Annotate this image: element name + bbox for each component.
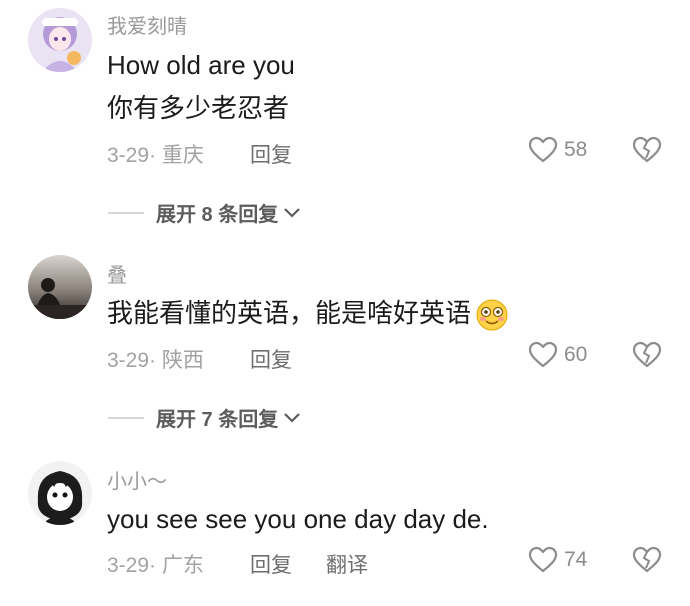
broken-heart-icon [632, 136, 662, 163]
divider-line [108, 416, 144, 419]
comment-text: 我能看懂的英语，能是啥好英语 [107, 298, 472, 328]
expand-replies-label: 展开 7 条回复 [156, 409, 279, 431]
like-count: 60 [564, 343, 588, 366]
comment-text-line-1: you see see you one day day de. [107, 504, 489, 534]
comment-location: 陕西 [161, 349, 204, 372]
dislike-button[interactable] [632, 341, 662, 374]
translate-button[interactable]: 翻译 [326, 549, 368, 579]
comment-meta: 3-29· 重庆 [107, 139, 204, 169]
comment-meta: 3-29· 广东 [107, 549, 204, 579]
expand-replies-label: 展开 8 条回复 [156, 204, 279, 226]
like-button[interactable]: 74 [528, 546, 587, 574]
reply-button[interactable]: 回复 [250, 344, 292, 374]
like-count: 58 [564, 138, 588, 161]
dislike-button[interactable] [632, 546, 662, 579]
chevron-down-icon [284, 207, 301, 218]
comment-date: 3-29 [107, 349, 150, 372]
comment-text-line-2: 你有多少老忍者 [107, 93, 290, 123]
expand-replies-button[interactable]: 展开 7 条回复 [108, 403, 302, 432]
like-count: 74 [564, 548, 588, 571]
comment-location: 重庆 [161, 144, 204, 167]
username[interactable]: 小小～ [107, 465, 167, 494]
avatar[interactable] [28, 461, 92, 525]
like-button[interactable]: 60 [528, 341, 587, 369]
comment-meta: 3-29· 陕西 [107, 344, 204, 374]
comment-date: 3-29 [107, 144, 150, 167]
avatar[interactable] [28, 255, 92, 319]
like-button[interactable]: 58 [528, 136, 587, 164]
expand-replies-button[interactable]: 展开 8 条回复 [108, 198, 302, 227]
dislike-button[interactable] [632, 136, 662, 169]
broken-heart-icon [632, 341, 662, 368]
comment-text-line-1: 我能看懂的英语，能是啥好英语 [107, 296, 509, 332]
username[interactable]: 我爱刻晴 [107, 10, 187, 39]
comment-date: 3-29 [107, 554, 150, 577]
username[interactable]: 叠 [107, 259, 127, 288]
reply-button[interactable]: 回复 [250, 549, 292, 579]
comment-text-line-1: How old are you [107, 50, 295, 80]
meta-separator: · [149, 144, 162, 167]
broken-heart-icon [632, 546, 662, 573]
chevron-down-icon [284, 412, 301, 423]
reply-button[interactable]: 回复 [250, 139, 292, 169]
smiling-face-emoji [476, 299, 508, 331]
heart-outline-icon [528, 136, 558, 163]
meta-separator: · [149, 554, 162, 577]
comment-location: 广东 [161, 554, 204, 577]
avatar[interactable] [28, 8, 92, 72]
divider-line [108, 211, 144, 214]
meta-separator: · [149, 349, 162, 372]
heart-outline-icon [528, 546, 558, 573]
heart-outline-icon [528, 341, 558, 368]
